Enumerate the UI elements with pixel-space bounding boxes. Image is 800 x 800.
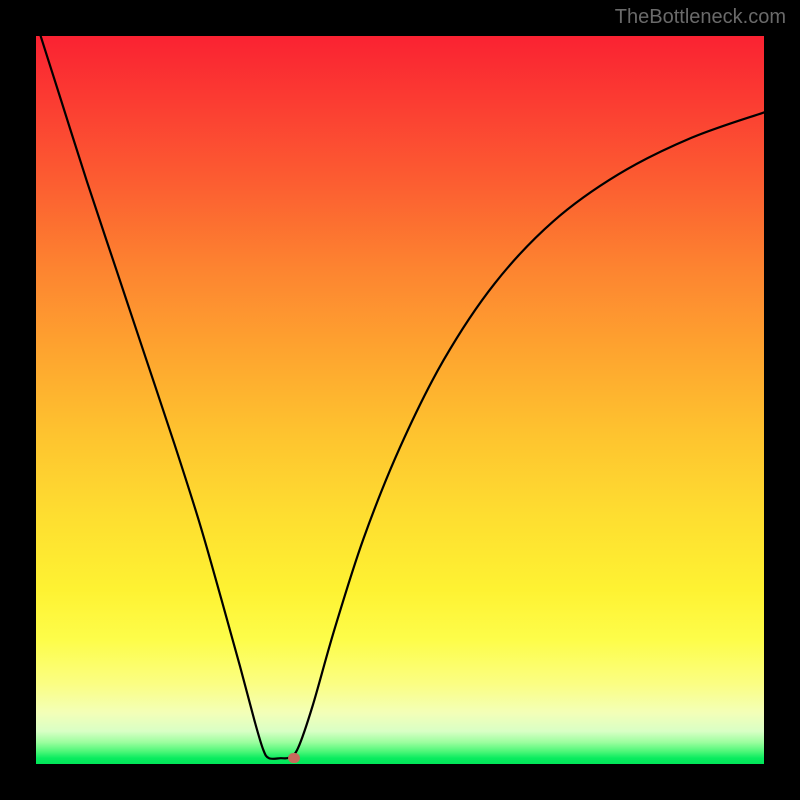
plot-area <box>36 36 764 764</box>
optimal-point-marker <box>288 753 300 763</box>
watermark-text: TheBottleneck.com <box>615 6 786 29</box>
bottleneck-curve <box>36 36 764 764</box>
chart-frame: TheBottleneck.com <box>0 0 800 800</box>
